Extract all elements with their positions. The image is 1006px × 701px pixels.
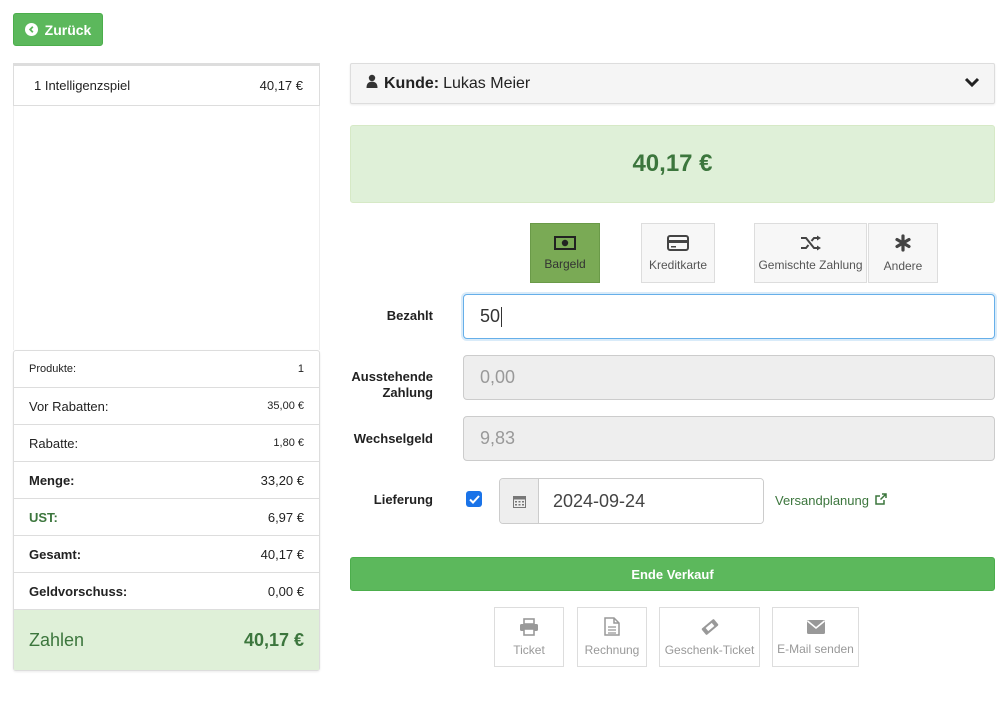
shipping-planning-label: Versandplanung bbox=[775, 493, 869, 508]
shuffle-icon bbox=[800, 235, 822, 254]
send-email-button[interactable]: E-Mail senden bbox=[772, 607, 859, 667]
outstanding-value: 0,00 bbox=[480, 367, 516, 387]
outstanding-input: 0,00 bbox=[463, 355, 995, 400]
print-ticket-button[interactable]: Ticket bbox=[494, 607, 564, 667]
method-cash[interactable]: Bargeld bbox=[530, 223, 600, 283]
totals-row-total: Gesamt: 40,17 € bbox=[14, 536, 319, 573]
user-icon bbox=[366, 74, 378, 93]
print-icon bbox=[519, 617, 539, 639]
envelope-icon bbox=[806, 619, 826, 638]
cart-list-area bbox=[13, 106, 320, 350]
email-label: E-Mail senden bbox=[777, 641, 854, 656]
advance-value: 0,00 € bbox=[267, 583, 304, 599]
method-other[interactable]: Andere bbox=[868, 223, 938, 283]
totals-row-vat: UST: 6,97 € bbox=[14, 499, 319, 536]
before-discounts-value: 35,00 € bbox=[267, 400, 304, 412]
delivery-date-value[interactable]: 2024-09-24 bbox=[539, 479, 763, 523]
back-button[interactable]: Zurück bbox=[13, 13, 103, 46]
amount-label: Menge: bbox=[29, 472, 75, 488]
delivery-checkbox[interactable] bbox=[466, 491, 482, 507]
invoice-button[interactable]: Rechnung bbox=[577, 607, 647, 667]
vat-value: 6,97 € bbox=[267, 509, 304, 525]
method-mixed[interactable]: Gemischte Zahlung bbox=[754, 223, 867, 283]
external-link-icon bbox=[875, 493, 887, 508]
cart-item-label: 1 Intelligenzspiel bbox=[34, 78, 131, 93]
advance-label: Geldvorschuss: bbox=[29, 583, 128, 599]
total-label: Gesamt: bbox=[29, 546, 82, 562]
pay-label: Zahlen bbox=[29, 629, 85, 650]
totals-panel: Produkte: 1 Vor Rabatten: 35,00 € Rabatt… bbox=[13, 350, 320, 671]
method-credit-card-label: Kreditkarte bbox=[648, 257, 708, 272]
vat-label: UST: bbox=[29, 509, 58, 525]
paid-value: 50 bbox=[480, 306, 501, 326]
shipping-planning-link[interactable]: Versandplanung bbox=[775, 493, 887, 508]
pay-value: 40,17 € bbox=[243, 629, 304, 650]
outstanding-label: Ausstehende Zahlung bbox=[351, 369, 433, 400]
back-label: Zurück bbox=[44, 21, 92, 38]
method-other-label: Andere bbox=[883, 258, 923, 273]
totals-row-discounts: Rabatte: 1,80 € bbox=[14, 425, 319, 462]
chevron-down-icon[interactable] bbox=[964, 75, 980, 94]
totals-row-before-discounts: Vor Rabatten: 35,00 € bbox=[14, 388, 319, 425]
paid-label: Bezahlt bbox=[386, 308, 433, 323]
method-cash-label: Bargeld bbox=[544, 256, 586, 271]
customer-key: Kunde: bbox=[384, 74, 440, 92]
invoice-label: Rechnung bbox=[584, 643, 640, 657]
method-mixed-label: Gemischte Zahlung bbox=[758, 257, 863, 272]
amount-display: 40,17 € bbox=[350, 125, 995, 203]
calendar-icon[interactable] bbox=[500, 479, 539, 523]
asterisk-icon bbox=[894, 233, 912, 255]
change-input: 9,83 bbox=[463, 416, 995, 461]
customer-panel[interactable]: Kunde: Lukas Meier bbox=[350, 63, 995, 104]
end-sale-button[interactable]: Ende Verkauf bbox=[350, 557, 995, 591]
delivery-date-picker[interactable]: 2024-09-24 bbox=[499, 478, 764, 524]
money-icon bbox=[554, 235, 576, 253]
gift-ticket-button[interactable]: Geschenk-Ticket bbox=[659, 607, 760, 667]
discounts-value: 1,80 € bbox=[273, 437, 304, 449]
gift-ticket-label: Geschenk-Ticket bbox=[664, 642, 755, 657]
paid-input[interactable]: 50 bbox=[463, 294, 995, 339]
text-caret bbox=[501, 306, 503, 327]
checkmark-icon bbox=[468, 494, 480, 504]
products-label: Produkte: bbox=[29, 363, 77, 375]
delivery-label: Lieferung bbox=[373, 492, 433, 507]
pay-row: Zahlen 40,17 € bbox=[14, 610, 319, 670]
totals-row-amount: Menge: 33,20 € bbox=[14, 462, 319, 499]
customer-name: Lukas Meier bbox=[443, 74, 531, 92]
change-value: 9,83 bbox=[480, 428, 516, 448]
method-credit-card[interactable]: Kreditkarte bbox=[641, 223, 715, 283]
credit-card-icon bbox=[667, 234, 689, 254]
cart-item-price: 40,17 € bbox=[259, 78, 303, 93]
document-icon bbox=[604, 617, 620, 639]
chevron-left-circle-icon bbox=[24, 23, 38, 36]
totals-row-products: Produkte: 1 bbox=[14, 351, 319, 388]
cart-item[interactable]: 1 Intelligenzspiel 40,17 € bbox=[13, 63, 320, 106]
ticket-label: Ticket bbox=[513, 642, 545, 657]
before-discounts-label: Vor Rabatten: bbox=[29, 398, 109, 414]
ticket-icon bbox=[700, 618, 720, 639]
discounts-label: Rabatte: bbox=[29, 435, 79, 451]
products-value: 1 bbox=[297, 363, 304, 375]
change-label: Wechselgeld bbox=[353, 431, 433, 446]
totals-row-advance: Geldvorschuss: 0,00 € bbox=[14, 573, 319, 610]
total-value: 40,17 € bbox=[260, 546, 304, 562]
amount-value: 33,20 € bbox=[260, 472, 304, 488]
